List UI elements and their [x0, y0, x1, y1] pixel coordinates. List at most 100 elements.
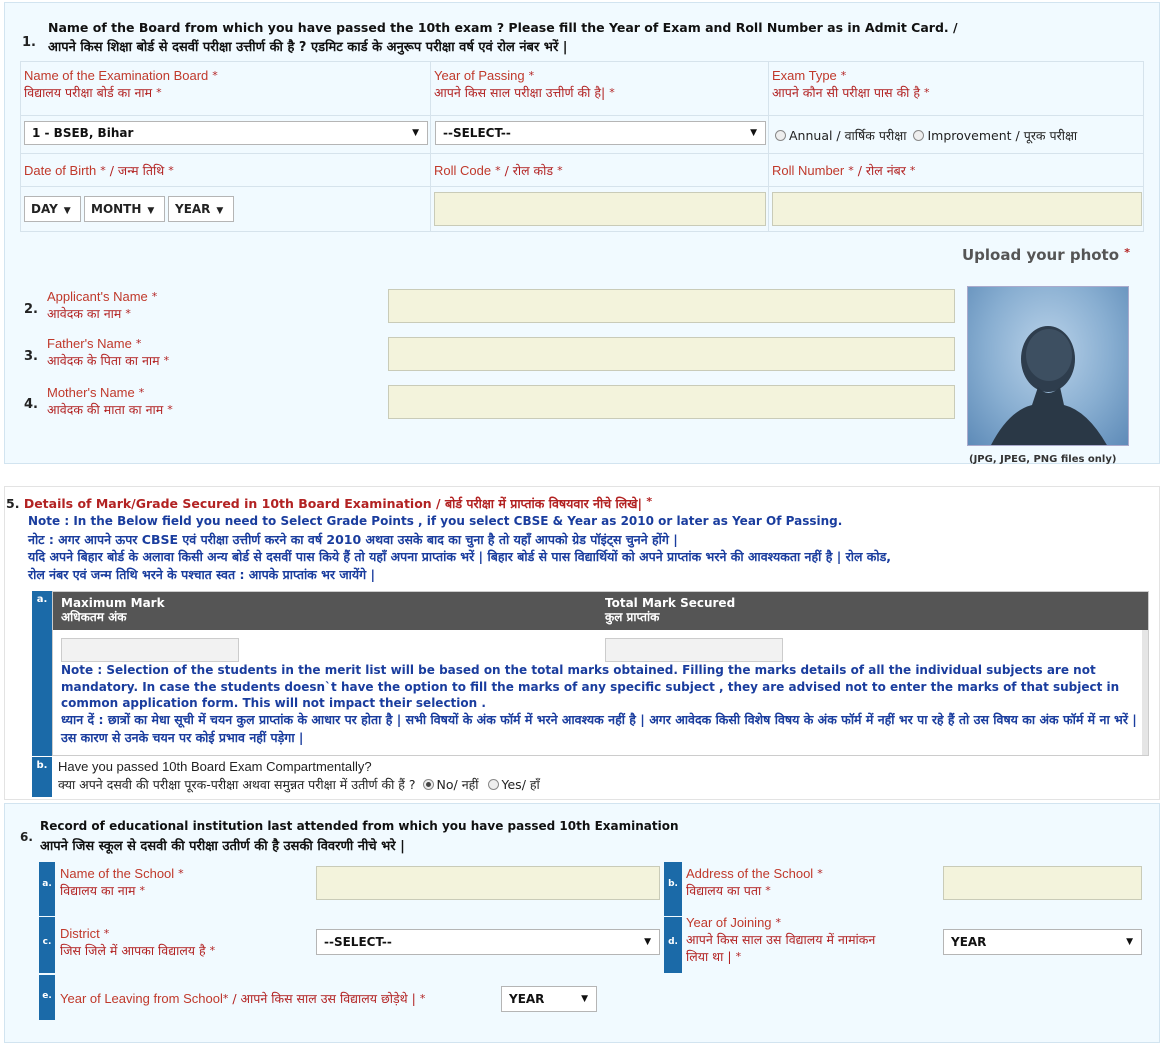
dropdown-arrow-icon: ▼: [644, 937, 651, 947]
grid-line: [20, 61, 1144, 62]
dropdown-arrow-icon: ▼: [750, 128, 757, 138]
applicant-name-label-hi: आवेदक का नाम: [47, 306, 122, 321]
dob-year-select[interactable]: YEAR ▼: [168, 196, 234, 222]
required-star: *: [528, 69, 535, 82]
grade-note-en: Note : In the Below field you need to Se…: [28, 514, 843, 528]
year-passing-label-en: Year of Passing: [434, 68, 525, 83]
year-joining-label-en: Year of Joining: [686, 915, 772, 930]
grid-line: [20, 61, 21, 231]
district-select[interactable]: --SELECT-- ▼: [316, 929, 660, 955]
required-star: *: [646, 495, 653, 508]
required-star: *: [151, 290, 158, 303]
year-joining-select-value: YEAR: [951, 935, 987, 949]
school-address-label-hi: विद्यालय का पता: [686, 883, 762, 898]
photo-file-note: (JPG, JPEG, PNG files only): [969, 454, 1117, 465]
father-name-label-hi: आवेदक के पिता का नाम: [47, 353, 160, 368]
required-star: *: [909, 164, 916, 177]
mother-name-label-hi: आवेदक की माता का नाम: [47, 402, 164, 417]
max-mark-header-hi: अधिकतम अंक: [61, 610, 127, 624]
tag-e: e.: [39, 975, 55, 1020]
total-mark-input[interactable]: [605, 638, 783, 662]
compartment-yes-radio[interactable]: [487, 779, 499, 790]
school-name-label-hi: विद्यालय का नाम: [60, 883, 136, 898]
section-1-number: 1.: [22, 35, 36, 50]
year-joining-select[interactable]: YEAR ▼: [943, 929, 1142, 955]
dob-month-select[interactable]: MONTH ▼: [84, 196, 165, 222]
applicant-name-label-en: Applicant's Name: [47, 289, 148, 304]
required-star: *: [125, 307, 131, 320]
upload-photo-title: Upload your photo *: [962, 246, 1130, 264]
board-label: Name of the Examination Board * विद्यालय…: [24, 67, 218, 101]
tag-a: a.: [39, 862, 55, 916]
tag-d: d.: [664, 917, 682, 973]
mother-name-input[interactable]: [388, 385, 955, 419]
total-mark-header-hi: कुल प्राप्तांक: [605, 610, 660, 624]
required-star: *: [222, 992, 229, 1005]
grid-line: [430, 61, 431, 231]
exam-type-options: Annual / वार्षिक परीक्षा Improvement / प…: [775, 127, 1077, 144]
grid-line: [20, 186, 1144, 187]
father-name-input[interactable]: [388, 337, 955, 371]
dob-label: Date of Birth * / जन्म तिथि *: [24, 162, 174, 179]
grade-note-hi: नोट : अगर आपने ऊपर CBSE एवं परीक्षा उत्त…: [28, 532, 678, 547]
roll-code-input[interactable]: [434, 192, 766, 226]
tag-c: c.: [39, 917, 55, 973]
year-passing-select[interactable]: --SELECT-- ▼: [435, 121, 766, 145]
roll-code-label-hi: / रोल कोड: [504, 163, 554, 178]
tag-a: a.: [32, 591, 52, 756]
year-joining-label: Year of Joining * आपने किस साल उस विद्या…: [686, 914, 875, 965]
school-address-input[interactable]: [943, 866, 1142, 900]
applicant-name-input[interactable]: [388, 289, 955, 323]
required-star: *: [848, 164, 854, 177]
grid-line: [20, 115, 1144, 116]
school-name-label-en: Name of the School: [60, 866, 175, 881]
exam-type-label-en: Exam Type: [772, 68, 837, 83]
father-name-label-en: Father's Name: [47, 336, 132, 351]
dropdown-arrow-icon: ▼: [1126, 937, 1133, 947]
year-leaving-select-value: YEAR: [509, 992, 545, 1006]
mother-name-label-en: Mother's Name: [47, 385, 135, 400]
max-mark-header: Maximum Mark अधिकतम अंक: [61, 596, 165, 624]
school-address-label-en: Address of the School: [686, 866, 814, 881]
avatar-silhouette-icon: [991, 326, 1107, 445]
dob-label-en: Date of Birth: [24, 163, 97, 178]
exam-type-label: Exam Type * आपने कौन सी परीक्षा पास की ह…: [772, 67, 930, 101]
required-star: *: [765, 884, 771, 897]
required-star: *: [735, 950, 742, 963]
dob-day-select[interactable]: DAY ▼: [24, 196, 81, 222]
dropdown-arrow-icon: ▼: [63, 206, 71, 216]
exam-type-improvement-radio[interactable]: [913, 130, 925, 141]
required-star: *: [1124, 246, 1131, 259]
grid-line: [768, 61, 769, 231]
exam-type-improvement-label: Improvement / पूरक परीक्षा: [927, 128, 1078, 143]
total-mark-header: Total Mark Secured कुल प्राप्तांक: [605, 596, 735, 624]
section-5-number: 5.: [6, 496, 20, 511]
year-leaving-select[interactable]: YEAR ▼: [501, 986, 597, 1012]
max-mark-input[interactable]: [61, 638, 239, 662]
compartment-question: Have you passed 10th Board Exam Compartm…: [58, 758, 540, 794]
school-name-input[interactable]: [316, 866, 660, 900]
required-star: *: [609, 86, 615, 99]
roll-number-label-en: Roll Number: [772, 163, 845, 178]
dropdown-arrow-icon: ▼: [412, 128, 419, 138]
required-star: *: [168, 164, 174, 177]
upload-photo-title-text: Upload your photo: [962, 246, 1120, 264]
compartment-question-hi: क्या अपने दसवी की परीक्षा पूरक-परीक्षा अ…: [58, 777, 416, 792]
district-label-en: District: [60, 926, 100, 941]
photo-upload-placeholder[interactable]: [967, 286, 1129, 446]
required-star: *: [775, 916, 782, 929]
compartment-no-radio[interactable]: [422, 779, 434, 790]
board-select[interactable]: 1 - BSEB, Bihar ▼: [24, 121, 428, 145]
year-passing-label: Year of Passing * आपने किस साल परीक्षा उ…: [434, 67, 615, 101]
dropdown-arrow-icon: ▼: [216, 206, 224, 216]
exam-type-annual-radio[interactable]: [775, 130, 786, 141]
required-star: *: [100, 164, 106, 177]
roll-number-input[interactable]: [772, 192, 1142, 226]
compartment-question-en: Have you passed 10th Board Exam Compartm…: [58, 759, 372, 774]
section-1-title-en: Name of the Board from which you have pa…: [48, 20, 958, 35]
district-select-value: --SELECT--: [324, 935, 392, 949]
required-star: *: [212, 69, 218, 82]
compartment-yes-label: Yes/ हाँ: [501, 777, 540, 792]
required-star: *: [924, 86, 930, 99]
section-4-number: 4.: [24, 397, 38, 412]
